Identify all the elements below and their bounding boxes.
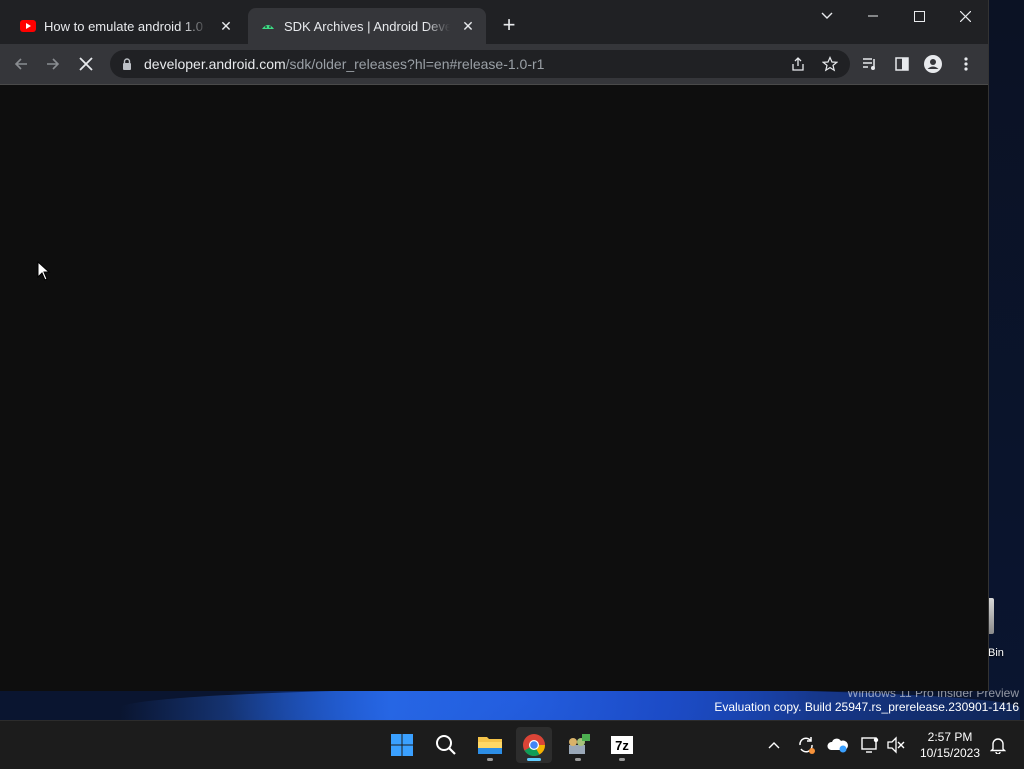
minimize-button[interactable] — [850, 4, 896, 28]
search-icon — [436, 735, 456, 755]
file-explorer-button[interactable] — [472, 727, 508, 763]
watermark-build: Evaluation copy. Build 25947.rs_prerelea… — [714, 700, 1019, 714]
url-host: developer.android.com — [144, 56, 286, 72]
chrome-icon — [523, 734, 545, 756]
android-studio-icon — [260, 18, 276, 34]
file-explorer-icon — [478, 737, 502, 754]
clock-date: 10/15/2023 — [919, 746, 981, 760]
address-bar[interactable]: developer.android.com/sdk/older_releases… — [110, 50, 850, 78]
7zip-label: 7z — [615, 737, 629, 753]
media-control-icon[interactable] — [860, 54, 880, 74]
close-tab-icon[interactable]: ✕ — [216, 16, 236, 36]
onedrive-cloud-icon[interactable] — [826, 733, 850, 757]
maximize-button[interactable] — [896, 4, 942, 28]
url-text[interactable]: developer.android.com/sdk/older_releases… — [144, 56, 544, 72]
url-path: /sdk/older_releases?hl=en#release-1.0-r1 — [285, 56, 545, 72]
system-clock[interactable]: 2:57 PM 10/15/2023 — [914, 729, 986, 761]
new-tab-button[interactable]: + — [497, 14, 521, 38]
lock-icon[interactable] — [120, 57, 134, 71]
7zip-button[interactable]: 7z — [604, 727, 640, 763]
tab-youtube[interactable]: How to emulate android 1.0 - YouTube ✕ — [8, 8, 244, 44]
youtube-icon — [20, 18, 36, 34]
browser-toolbar: developer.android.com/sdk/older_releases… — [0, 44, 988, 84]
more-menu-icon[interactable] — [956, 54, 976, 74]
start-button[interactable] — [384, 727, 420, 763]
page-content[interactable] — [0, 85, 988, 691]
clock-time: 2:57 PM — [927, 730, 973, 744]
tab-sdk-archives[interactable]: SDK Archives | Android Developers ✕ — [248, 8, 486, 44]
show-hidden-icons-chevron-up-icon[interactable] — [762, 733, 786, 757]
notification-bell-icon[interactable] — [986, 733, 1010, 757]
7zip-icon: 7z — [611, 736, 633, 754]
tab-title: How to emulate android 1.0 - YouTube — [44, 18, 208, 34]
tab-search-chevron-down-icon[interactable] — [804, 4, 850, 28]
mouse-cursor-icon — [37, 260, 51, 286]
browser-window: How to emulate android 1.0 - YouTube ✕ S… — [0, 0, 989, 691]
chrome-button[interactable] — [516, 727, 552, 763]
sync-icon[interactable] — [794, 733, 818, 757]
close-tab-icon[interactable]: ✕ — [458, 16, 478, 36]
network-app-icon — [569, 734, 590, 754]
forward-button[interactable] — [41, 52, 65, 76]
stop-loading-button[interactable] — [74, 52, 98, 76]
back-button[interactable] — [9, 52, 33, 76]
side-panel-icon[interactable] — [892, 54, 912, 74]
taskbar: 7z 2:57 PM 10/15/2023 — [0, 720, 1024, 769]
tab-title: SDK Archives | Android Developers — [284, 18, 450, 34]
start-icon — [391, 734, 413, 756]
tab-strip: How to emulate android 1.0 - YouTube ✕ S… — [0, 0, 988, 44]
volume-muted-icon[interactable] — [884, 733, 908, 757]
recycle-bin-label[interactable]: Bin — [988, 647, 1004, 659]
network-app-button[interactable] — [560, 727, 596, 763]
profile-avatar-icon[interactable] — [923, 54, 943, 74]
bookmark-star-icon[interactable] — [820, 54, 840, 74]
network-monitor-icon[interactable] — [858, 733, 882, 757]
search-button[interactable] — [428, 727, 464, 763]
close-window-button[interactable] — [942, 4, 988, 28]
share-icon[interactable] — [788, 54, 808, 74]
